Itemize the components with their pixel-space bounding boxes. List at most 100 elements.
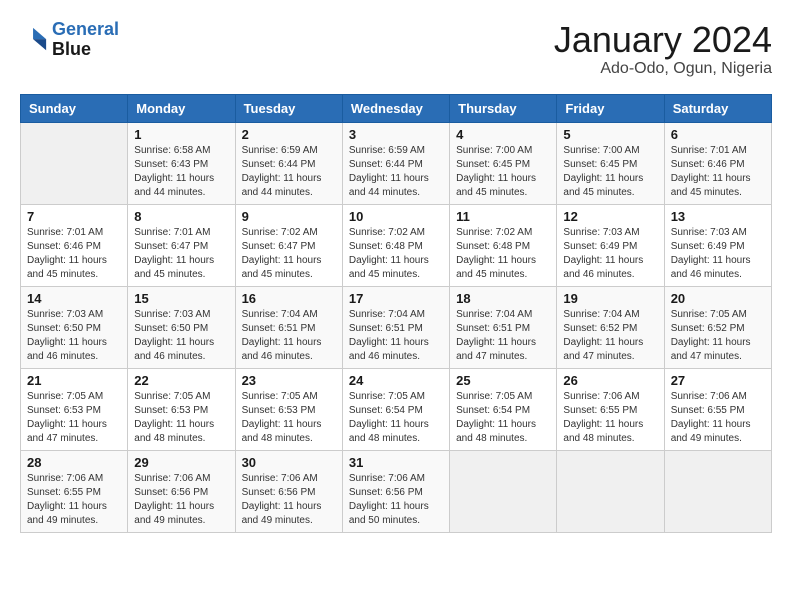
day-cell <box>21 122 128 204</box>
day-cell: 21 Sunrise: 7:05 AM Sunset: 6:53 PM Dayli… <box>21 368 128 450</box>
week-row-5: 28 Sunrise: 7:06 AM Sunset: 6:55 PM Dayli… <box>21 450 772 532</box>
day-cell: 31 Sunrise: 7:06 AM Sunset: 6:56 PM Dayli… <box>342 450 449 532</box>
calendar-subtitle: Ado-Odo, Ogun, Nigeria <box>554 60 772 78</box>
day-cell: 27 Sunrise: 7:06 AM Sunset: 6:55 PM Dayli… <box>664 368 771 450</box>
day-number: 29 <box>134 455 228 470</box>
calendar-table: SundayMondayTuesdayWednesdayThursdayFrid… <box>20 94 772 533</box>
week-row-2: 7Sunrise: 7:01 AM Sunset: 6:46 PM Daylig… <box>21 204 772 286</box>
header-row: SundayMondayTuesdayWednesdayThursdayFrid… <box>21 94 772 122</box>
day-cell: 20 Sunrise: 7:05 AM Sunset: 6:52 PM Dayli… <box>664 286 771 368</box>
day-number: 19 <box>563 291 657 306</box>
day-info: Sunrise: 7:00 AM Sunset: 6:45 PM Dayligh… <box>563 144 657 200</box>
day-number: 31 <box>349 455 443 470</box>
day-number: 27 <box>671 373 765 388</box>
calendar-title: January 2024 <box>554 20 772 60</box>
day-cell: 13 Sunrise: 7:03 AM Sunset: 6:49 PM Dayli… <box>664 204 771 286</box>
day-number: 21 <box>27 373 121 388</box>
day-info: Sunrise: 7:04 AM Sunset: 6:52 PM Dayligh… <box>563 308 657 364</box>
day-cell: 2 Sunrise: 6:59 AM Sunset: 6:44 PM Daylig… <box>235 122 342 204</box>
day-cell <box>664 450 771 532</box>
day-number: 13 <box>671 209 765 224</box>
day-info: Sunrise: 6:58 AM Sunset: 6:43 PM Dayligh… <box>134 144 228 200</box>
day-cell: 4Sunrise: 7:00 AM Sunset: 6:45 PM Daylig… <box>450 122 557 204</box>
day-cell: 8Sunrise: 7:01 AM Sunset: 6:47 PM Daylig… <box>128 204 235 286</box>
day-number: 18 <box>456 291 550 306</box>
day-info: Sunrise: 7:03 AM Sunset: 6:50 PM Dayligh… <box>27 308 121 364</box>
day-number: 14 <box>27 291 121 306</box>
day-cell: 16 Sunrise: 7:04 AM Sunset: 6:51 PM Dayli… <box>235 286 342 368</box>
day-cell: 25Sunrise: 7:05 AM Sunset: 6:54 PM Dayli… <box>450 368 557 450</box>
day-cell: 28 Sunrise: 7:06 AM Sunset: 6:55 PM Dayli… <box>21 450 128 532</box>
day-number: 9 <box>242 209 336 224</box>
title-section: January 2024 Ado-Odo, Ogun, Nigeria <box>554 20 772 78</box>
day-info: Sunrise: 7:03 AM Sunset: 6:49 PM Dayligh… <box>563 226 657 282</box>
day-info: Sunrise: 7:01 AM Sunset: 6:46 PM Dayligh… <box>671 144 765 200</box>
day-cell: 24 Sunrise: 7:05 AM Sunset: 6:54 PM Dayli… <box>342 368 449 450</box>
day-number: 6 <box>671 127 765 142</box>
day-info: Sunrise: 7:06 AM Sunset: 6:56 PM Dayligh… <box>242 472 336 528</box>
day-number: 5 <box>563 127 657 142</box>
day-number: 1 <box>134 127 228 142</box>
day-info: Sunrise: 7:04 AM Sunset: 6:51 PM Dayligh… <box>242 308 336 364</box>
day-info: Sunrise: 7:05 AM Sunset: 6:54 PM Dayligh… <box>456 390 550 446</box>
day-info: Sunrise: 7:02 AM Sunset: 6:48 PM Dayligh… <box>456 226 550 282</box>
day-cell: 3 Sunrise: 6:59 AM Sunset: 6:44 PM Daylig… <box>342 122 449 204</box>
day-number: 26 <box>563 373 657 388</box>
day-cell: 15Sunrise: 7:03 AM Sunset: 6:50 PM Dayli… <box>128 286 235 368</box>
page-header: General Blue January 2024 Ado-Odo, Ogun,… <box>20 20 772 78</box>
day-info: Sunrise: 7:05 AM Sunset: 6:53 PM Dayligh… <box>134 390 228 446</box>
day-cell: 17 Sunrise: 7:04 AM Sunset: 6:51 PM Dayli… <box>342 286 449 368</box>
day-cell: 5 Sunrise: 7:00 AM Sunset: 6:45 PM Daylig… <box>557 122 664 204</box>
week-row-1: 1 Sunrise: 6:58 AM Sunset: 6:43 PM Daylig… <box>21 122 772 204</box>
day-number: 12 <box>563 209 657 224</box>
day-info: Sunrise: 7:06 AM Sunset: 6:55 PM Dayligh… <box>671 390 765 446</box>
day-number: 16 <box>242 291 336 306</box>
day-number: 23 <box>242 373 336 388</box>
day-number: 24 <box>349 373 443 388</box>
day-info: Sunrise: 7:05 AM Sunset: 6:53 PM Dayligh… <box>27 390 121 446</box>
day-info: Sunrise: 7:05 AM Sunset: 6:53 PM Dayligh… <box>242 390 336 446</box>
day-cell: 1 Sunrise: 6:58 AM Sunset: 6:43 PM Daylig… <box>128 122 235 204</box>
day-info: Sunrise: 6:59 AM Sunset: 6:44 PM Dayligh… <box>242 144 336 200</box>
day-number: 28 <box>27 455 121 470</box>
day-number: 2 <box>242 127 336 142</box>
day-number: 30 <box>242 455 336 470</box>
day-number: 8 <box>134 209 228 224</box>
logo-icon <box>20 26 48 54</box>
day-number: 15 <box>134 291 228 306</box>
day-info: Sunrise: 7:05 AM Sunset: 6:52 PM Dayligh… <box>671 308 765 364</box>
day-cell <box>450 450 557 532</box>
day-cell: 14 Sunrise: 7:03 AM Sunset: 6:50 PM Dayli… <box>21 286 128 368</box>
day-cell: 10 Sunrise: 7:02 AM Sunset: 6:48 PM Dayli… <box>342 204 449 286</box>
day-info: Sunrise: 7:04 AM Sunset: 6:51 PM Dayligh… <box>349 308 443 364</box>
day-cell: 30 Sunrise: 7:06 AM Sunset: 6:56 PM Dayli… <box>235 450 342 532</box>
header-cell-tuesday: Tuesday <box>235 94 342 122</box>
day-number: 10 <box>349 209 443 224</box>
day-cell: 18Sunrise: 7:04 AM Sunset: 6:51 PM Dayli… <box>450 286 557 368</box>
day-info: Sunrise: 7:02 AM Sunset: 6:48 PM Dayligh… <box>349 226 443 282</box>
header-cell-monday: Monday <box>128 94 235 122</box>
logo: General Blue <box>20 20 119 60</box>
header-cell-saturday: Saturday <box>664 94 771 122</box>
day-info: Sunrise: 7:06 AM Sunset: 6:56 PM Dayligh… <box>134 472 228 528</box>
header-cell-wednesday: Wednesday <box>342 94 449 122</box>
day-info: Sunrise: 7:06 AM Sunset: 6:56 PM Dayligh… <box>349 472 443 528</box>
day-info: Sunrise: 7:05 AM Sunset: 6:54 PM Dayligh… <box>349 390 443 446</box>
day-number: 11 <box>456 209 550 224</box>
header-cell-sunday: Sunday <box>21 94 128 122</box>
day-cell: 11 Sunrise: 7:02 AM Sunset: 6:48 PM Dayli… <box>450 204 557 286</box>
day-cell: 6 Sunrise: 7:01 AM Sunset: 6:46 PM Daylig… <box>664 122 771 204</box>
header-cell-friday: Friday <box>557 94 664 122</box>
day-cell: 19 Sunrise: 7:04 AM Sunset: 6:52 PM Dayli… <box>557 286 664 368</box>
week-row-3: 14 Sunrise: 7:03 AM Sunset: 6:50 PM Dayli… <box>21 286 772 368</box>
logo-text: General Blue <box>52 20 119 60</box>
day-number: 17 <box>349 291 443 306</box>
day-cell: 23 Sunrise: 7:05 AM Sunset: 6:53 PM Dayli… <box>235 368 342 450</box>
day-info: Sunrise: 7:03 AM Sunset: 6:49 PM Dayligh… <box>671 226 765 282</box>
day-number: 3 <box>349 127 443 142</box>
day-number: 20 <box>671 291 765 306</box>
day-cell: 26Sunrise: 7:06 AM Sunset: 6:55 PM Dayli… <box>557 368 664 450</box>
day-info: Sunrise: 6:59 AM Sunset: 6:44 PM Dayligh… <box>349 144 443 200</box>
day-info: Sunrise: 7:06 AM Sunset: 6:55 PM Dayligh… <box>27 472 121 528</box>
day-number: 22 <box>134 373 228 388</box>
